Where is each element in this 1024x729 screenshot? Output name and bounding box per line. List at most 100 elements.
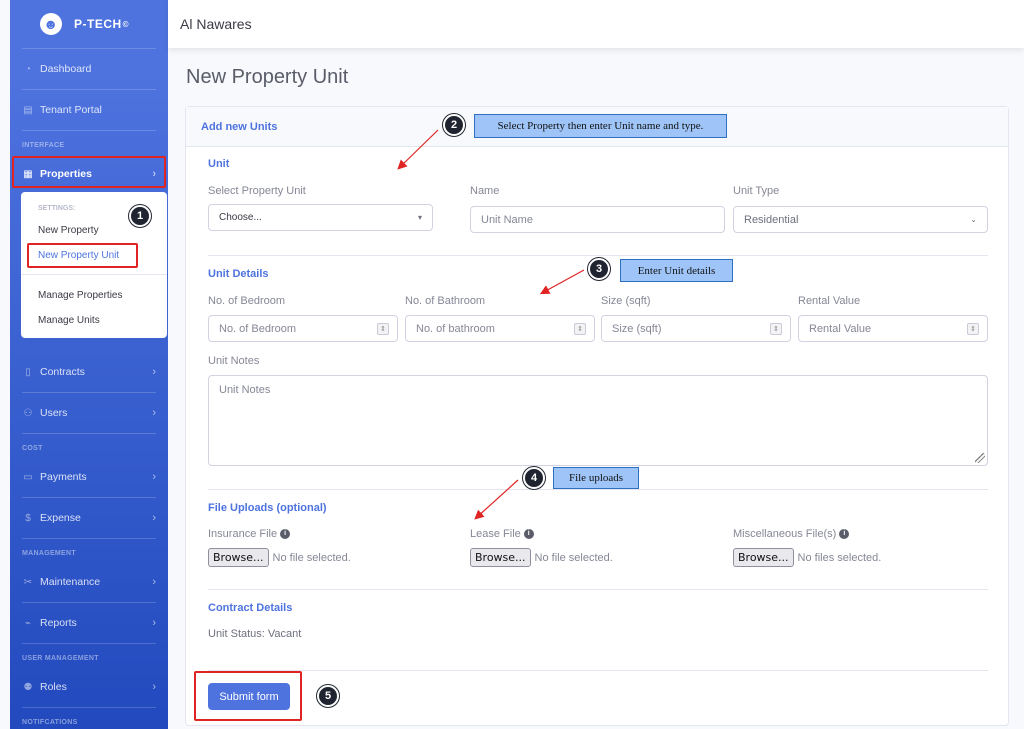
chevron-right-icon: ›: [152, 681, 156, 693]
info-icon: i: [280, 529, 291, 540]
brand-logo-icon: ☻: [40, 13, 62, 35]
page-title: New Property Unit: [186, 66, 349, 88]
sidebar-item-users[interactable]: ⚇ Users ›: [10, 393, 168, 433]
select-property-value: Choose...: [219, 212, 262, 223]
sidebar: ☻ P-TECH © ◔ Dashboard ▤ Tenant Portal IN…: [10, 0, 168, 729]
unit-type-select[interactable]: Residential ⌄: [733, 206, 988, 233]
sidebar-item-reports[interactable]: ⌁ Reports ›: [10, 603, 168, 643]
bathroom-placeholder: No. of bathroom: [416, 322, 495, 335]
misc-files-input[interactable]: Browse... No files selected.: [733, 548, 881, 567]
size-placeholder: Size (sqft): [612, 322, 662, 335]
sidebar-item-maintenance[interactable]: ✂ Maintenance ›: [10, 562, 168, 602]
annotation-badge-2: 2: [443, 114, 465, 136]
rental-input[interactable]: Rental Value ⇕: [798, 315, 988, 342]
sidebar-item-payments[interactable]: ▭ Payments ›: [10, 457, 168, 497]
resize-grip-icon[interactable]: [975, 453, 985, 463]
file-uploads-title: File Uploads (optional): [208, 502, 327, 514]
topbar-title: Al Nawares: [180, 16, 252, 32]
spinner-icon[interactable]: ⇕: [770, 322, 782, 335]
building-icon: ▤: [23, 104, 33, 116]
insurance-file-input[interactable]: Browse... No file selected.: [208, 548, 351, 567]
bathroom-input[interactable]: No. of bathroom ⇕: [405, 315, 595, 342]
chart-icon: ⌁: [24, 617, 32, 629]
sidebar-item-roles[interactable]: ⚉ Roles ›: [10, 667, 168, 707]
unit-notes-textarea[interactable]: Unit Notes: [208, 375, 988, 466]
divider: [208, 589, 988, 590]
file-status: No file selected.: [534, 551, 613, 564]
divider: [22, 433, 156, 434]
file-status: No file selected.: [272, 551, 351, 564]
annotation-box-new-property-unit: [27, 243, 138, 268]
size-label: Size (sqft): [601, 295, 651, 307]
dashboard-icon: ◔: [24, 63, 32, 75]
sidebar-item-label: Maintenance: [40, 576, 101, 588]
browse-button[interactable]: Browse...: [470, 548, 531, 567]
select-property-dropdown[interactable]: Choose... ▾: [208, 204, 433, 231]
name-label: Name: [470, 185, 500, 197]
divider: [22, 538, 156, 539]
roles-icon: ⚉: [23, 681, 33, 693]
sidebar-item-label: Payments: [40, 471, 87, 483]
sidebar-heading-interface: INTERFACE: [22, 141, 65, 149]
sidebar-item-label: Users: [40, 407, 68, 419]
unit-name-input[interactable]: Unit Name: [470, 206, 725, 233]
unit-name-placeholder: Unit Name: [481, 213, 533, 226]
file-status: No files selected.: [797, 551, 882, 564]
lease-file-label: Lease File i: [470, 528, 534, 540]
annotation-callout-2: Select Property then enter Unit name and…: [474, 114, 727, 138]
annotation-callout-3: Enter Unit details: [620, 259, 733, 282]
unit-notes-label: Unit Notes: [208, 355, 260, 367]
spinner-icon[interactable]: ⇕: [967, 322, 979, 335]
sidebar-heading-notifications: NOTIFCATIONS: [22, 718, 78, 726]
annotation-callout-4: File uploads: [553, 467, 639, 489]
size-input[interactable]: Size (sqft) ⇕: [601, 315, 791, 342]
brand-name: P-TECH: [74, 17, 122, 31]
submenu-item-manage-units[interactable]: Manage Units: [21, 308, 167, 333]
browse-button[interactable]: Browse...: [208, 548, 269, 567]
browse-button[interactable]: Browse...: [733, 548, 794, 567]
bedroom-label: No. of Bedroom: [208, 295, 286, 307]
tools-icon: ✂: [23, 576, 33, 588]
unit-status-text: Unit Status: Vacant: [208, 628, 302, 640]
sidebar-item-dashboard[interactable]: ◔ Dashboard: [10, 49, 168, 89]
annotation-badge-1: 1: [129, 205, 151, 227]
annotation-box-submit: [194, 671, 302, 721]
brand[interactable]: ☻ P-TECH ©: [10, 0, 168, 48]
chevron-right-icon: ›: [152, 576, 156, 588]
divider: [208, 489, 988, 490]
sidebar-item-label: Dashboard: [40, 63, 92, 75]
annotation-box-properties: [12, 156, 166, 188]
sidebar-item-expense[interactable]: $ Expense ›: [10, 498, 168, 538]
chevron-right-icon: ›: [152, 617, 156, 629]
submenu-item-manage-properties[interactable]: Manage Properties: [21, 283, 167, 308]
bedroom-input[interactable]: No. of Bedroom ⇕: [208, 315, 398, 342]
spinner-icon[interactable]: ⇕: [574, 322, 586, 335]
info-icon: i: [523, 529, 534, 540]
insurance-file-label-text: Insurance File: [208, 528, 278, 540]
submenu-divider: [21, 274, 167, 275]
file-icon: ▯: [25, 366, 31, 378]
sidebar-item-contracts[interactable]: ▯ Contracts ›: [10, 352, 168, 392]
bedroom-placeholder: No. of Bedroom: [219, 322, 297, 335]
misc-files-label-text: Miscellaneous File(s): [733, 528, 837, 540]
payments-icon: ▭: [23, 471, 33, 483]
chevron-right-icon: ›: [152, 366, 156, 378]
divider: [208, 670, 988, 671]
spinner-icon[interactable]: ⇕: [377, 322, 389, 335]
insurance-file-label: Insurance File i: [208, 528, 291, 540]
annotation-badge-4: 4: [523, 467, 545, 489]
sidebar-item-tenant-portal[interactable]: ▤ Tenant Portal: [10, 90, 168, 130]
unit-type-label: Unit Type: [733, 185, 780, 197]
rental-label: Rental Value: [798, 295, 861, 307]
topbar: Al Nawares: [168, 0, 1024, 48]
info-icon: i: [839, 529, 850, 540]
sidebar-heading-management: MANAGEMENT: [22, 549, 76, 557]
sidebar-item-label: Contracts: [40, 366, 85, 378]
select-property-label: Select Property Unit: [208, 185, 306, 197]
unit-section-title: Unit: [208, 158, 230, 170]
chevron-right-icon: ›: [152, 471, 156, 483]
divider: [208, 255, 988, 256]
misc-files-label: Miscellaneous File(s) i: [733, 528, 850, 540]
lease-file-input[interactable]: Browse... No file selected.: [470, 548, 613, 567]
divider: [22, 130, 156, 131]
